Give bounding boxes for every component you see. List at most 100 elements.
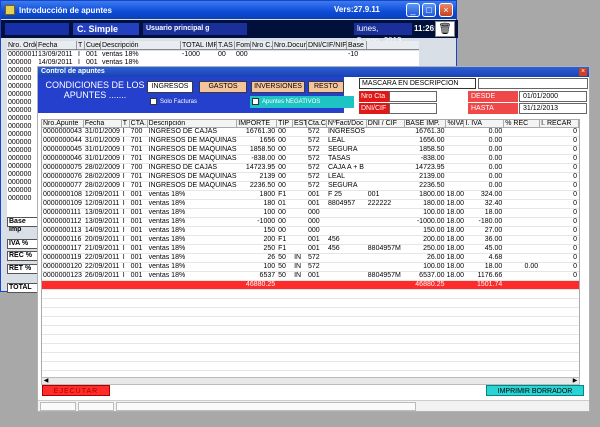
back-col-header[interactable]: T.AS [217,41,235,49]
table-cell: LEAL [327,137,346,144]
scroll-left-icon[interactable]: ◀ [42,378,50,384]
maximize-button[interactable]: □ [422,3,436,17]
table-cell: 18.00 [446,245,465,252]
col-header[interactable]: CTA. [130,120,148,127]
table-cell: 150 [263,227,276,234]
table-row[interactable]: 0000000076 28/02/2009 I 701 INGRESOS DE MAQU… [42,173,579,182]
table-cell: 1800 [259,191,276,198]
checkbox-box-icon[interactable] [252,97,259,105]
horizontal-scrollbar[interactable]: ◀ ▶ [41,377,580,385]
imprimir-borrador-button[interactable]: IMPRIMIR BORRADOR [486,385,584,396]
table-row[interactable]: 0000000045 31/01/2009 I 701 INGRESOS DE MAQU… [42,146,579,155]
table-row[interactable]: 0000000043 31/01/2009 I 700 INGRESO DE CAJAS… [42,128,579,137]
col-header[interactable]: Nro.Apunte [42,120,84,127]
tab-gastos[interactable]: GASTOS [199,81,247,93]
back-col-header[interactable]: Fom [235,41,251,49]
col-header[interactable]: T [122,120,130,127]
hasta-fecha-input[interactable]: 31/12/2013 [519,103,587,114]
table-row[interactable]: 0000000119 22/09/2011 I 001 ventas 18% 26 50 IN… [42,254,579,263]
back-col-header[interactable]: Cuenta [85,41,101,49]
back-col-header[interactable]: Nro. Orden [7,41,37,49]
table-cell: 1656.00 [419,137,445,144]
col-header[interactable]: Fecha [84,120,122,127]
table-cell [504,164,540,172]
table-cell [42,281,84,289]
apuntes-negativos-checkbox[interactable]: Apuntes NEGATIVOS [250,96,354,108]
col-header[interactable]: NºFact/Doc [327,120,367,127]
col-header[interactable]: I. RECAR [540,120,579,127]
table-row[interactable]: 0000000044 31/01/2009 I 701 INGRESOS DE MAQU… [42,137,579,146]
col-header[interactable]: I. IVA [464,120,505,127]
table-row[interactable]: 0000000112 13/09/2011 I 001 ventas 18% -1000 0… [42,218,579,227]
back-col-header[interactable]: Nro.Docume [273,41,307,49]
col-header[interactable]: % REC [504,120,541,127]
back-window-titlebar[interactable]: Introducción de apuntes Vers:27.9.11 [1,1,456,19]
mascara-label: MASCARA EN DESCRIPCION [359,78,476,89]
checkbox-box-icon[interactable] [150,97,157,105]
scroll-right-icon[interactable]: ▶ [571,378,579,384]
back-col-header[interactable]: Nro C. [251,41,273,49]
table-row[interactable]: 0000000117 21/09/2011 I 001 ventas 18% 250 F1 0… [42,245,579,254]
tab-ingresos[interactable]: INGRESOS [147,81,193,93]
col-header[interactable]: Descripción [148,120,238,127]
table-cell: 8804957M [367,272,401,279]
table-cell [446,155,464,163]
table-cell [293,209,307,217]
trash-icon[interactable]: 🗑 [435,21,455,37]
table-row[interactable]: 0000000123 26/09/2011 I 001 ventas 18% 6537 50… [42,272,579,281]
tab-inversiones[interactable]: INVERSIONES [251,81,305,93]
table-cell: 456 [327,245,340,252]
table-cell [327,281,367,289]
table-cell: 456 [327,236,340,243]
table-cell [293,128,307,136]
table-row[interactable]: 0000000108 12/09/2011 I 001 ventas 18% 1800 F1… [42,191,579,200]
back-col-header[interactable]: Base I [347,41,367,49]
apuntes-table-header: Nro.Apunte Fecha T CTA. Descripción IMPORTE TI… [41,119,580,128]
table-cell: 18.00 [446,236,465,243]
back-table-row[interactable]: 00000011213/09/2011I001ventas 18%-100000… [7,51,419,59]
table-cell: 0.00 [488,128,503,135]
col-header[interactable]: IMPORTE [237,120,278,127]
table-cell: LEAL [327,173,346,180]
back-col-header[interactable]: TOTAL IMP [181,41,217,49]
table-cell: I [122,173,125,180]
table-row[interactable]: 0000000046 31/01/2009 I 701 INGRESOS DE MAQU… [42,155,579,164]
ejecutar-button[interactable]: EJECUTAR [42,385,110,396]
totals-row[interactable]: 46880.25 46880.25 1501.74 [42,281,579,290]
table-row[interactable]: 0000000075 28/02/2009 I 700 INGRESO DE CAJAS… [42,164,579,173]
close-window-button[interactable]: × [439,3,453,17]
dni-cif-input[interactable] [389,103,437,114]
solo-facturas-checkbox[interactable]: Solo Facturas [148,96,258,108]
back-col-header[interactable]: T [77,41,85,49]
col-header[interactable]: TIP [277,120,294,127]
table-row[interactable]: 0000000116 20/09/2011 I 001 ventas 18% 200 F1 0… [42,236,579,245]
col-header[interactable]: EST [293,120,307,127]
table-cell: 31/01/2009 [84,128,120,135]
dialog-close-icon[interactable]: × [579,68,587,76]
table-cell: 0.00 [488,164,503,171]
table-row[interactable]: 0000000111 13/09/2011 I 001 ventas 18% 100 00 0… [42,209,579,218]
dialog-title[interactable]: Control de apuntes [38,67,589,77]
table-cell: 001 [130,245,143,252]
nro-cta-input[interactable] [389,91,437,102]
col-header[interactable]: %IVA [446,120,465,127]
mascara-input[interactable] [478,78,588,89]
back-col-header[interactable]: Fecha [37,41,77,49]
minimize-button[interactable]: _ [406,3,420,17]
col-header[interactable]: BASE IMP. [405,120,447,127]
table-row[interactable]: 0000000109 12/09/2011 I 001 ventas 18% 180 01 0… [42,200,579,209]
col-header[interactable]: Cta.C. [307,120,327,127]
back-col-header[interactable]: DNI/CIF/NIF [307,41,347,49]
table-cell: 0 [573,200,578,207]
conditions-panel: CONDICIONES DE LOS APUNTES ....... INGRE… [38,77,354,113]
table-cell: 50 [278,263,286,270]
back-col-header[interactable]: Descripción [101,41,181,49]
table-row[interactable]: 0000000077 28/02/2009 I 701 INGRESOS DE MAQU… [42,182,579,191]
table-row[interactable]: 0000000120 22/09/2011 I 001 ventas 18% 100 50 I… [42,263,579,272]
table-cell: 0 [573,209,578,216]
back-row-id: 000000 [8,123,32,130]
table-row[interactable]: 0000000113 14/09/2011 I 001 ventas 18% 150 00 0… [42,227,579,236]
desde-fecha-input[interactable]: 01/01/2000 [519,91,587,102]
tab-resto[interactable]: RESTO [308,81,344,93]
col-header[interactable]: DNI / CIF [367,120,405,127]
